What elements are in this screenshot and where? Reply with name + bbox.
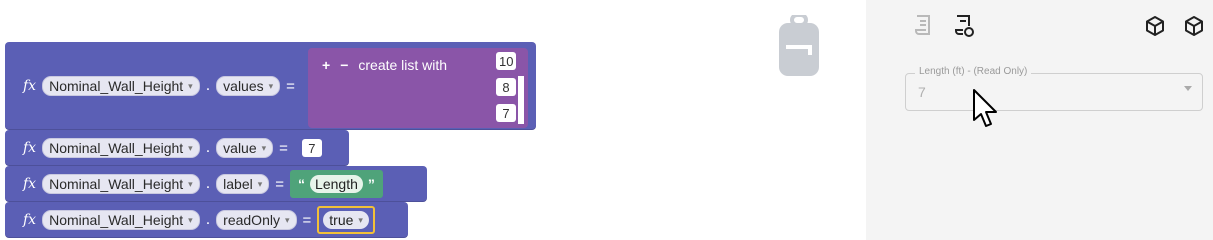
boolean-dropdown[interactable]: true ▾ xyxy=(323,211,369,229)
fx-label: fx xyxy=(23,212,37,228)
chevron-down-icon: ▾ xyxy=(268,80,274,91)
variable-name: Nominal_Wall_Height xyxy=(49,78,184,94)
property-name: label xyxy=(223,176,253,192)
length-readonly-select[interactable]: Length (ft) - (Read Only) 7 xyxy=(905,66,1203,111)
set-values-block[interactable]: fx Nominal_Wall_Height ▾ . values ▾ = + − … xyxy=(5,42,536,130)
dot-separator: . xyxy=(205,175,211,192)
list-item[interactable]: 7 xyxy=(496,104,516,122)
boolean-value: true xyxy=(329,212,354,228)
variable-name: Nominal_Wall_Height xyxy=(49,212,184,228)
equals-sign: = xyxy=(302,211,312,229)
field-label: Length (ft) - (Read Only) xyxy=(915,66,1032,77)
fx-label: fx xyxy=(23,78,37,94)
script-refresh-icon[interactable] xyxy=(953,14,975,38)
dot-separator: . xyxy=(205,139,211,156)
cube-icon[interactable] xyxy=(1144,14,1166,38)
list-item[interactable]: 8 xyxy=(496,78,516,96)
text-block[interactable]: “ Length ” xyxy=(290,170,383,198)
chevron-down-icon: ▾ xyxy=(188,80,193,91)
text-value[interactable]: Length xyxy=(310,175,363,193)
property-dropdown[interactable]: label ▾ xyxy=(216,174,270,194)
close-quote-icon: ” xyxy=(367,176,375,192)
set-readonly-block[interactable]: fx Nominal_Wall_Height ▾ . readOnly ▾ = tr… xyxy=(5,202,408,238)
variable-dropdown[interactable]: Nominal_Wall_Height ▾ xyxy=(42,210,200,230)
variable-dropdown[interactable]: Nominal_Wall_Height ▾ xyxy=(42,76,200,96)
list-input-bar xyxy=(518,76,524,124)
property-dropdown[interactable]: readOnly ▾ xyxy=(216,210,297,230)
open-quote-icon: “ xyxy=(298,176,306,192)
variable-dropdown[interactable]: Nominal_Wall_Height ▾ xyxy=(42,174,200,194)
dot-separator: . xyxy=(205,77,211,94)
remove-item-button[interactable]: − xyxy=(340,57,348,73)
chevron-down-icon: ▾ xyxy=(284,214,290,225)
chevron-down-icon: ▾ xyxy=(188,142,193,153)
list-item[interactable]: 10 xyxy=(496,52,517,70)
property-name: readOnly xyxy=(223,212,280,228)
script-icon[interactable] xyxy=(913,14,935,38)
equals-sign: = xyxy=(279,139,288,157)
equals-sign: = xyxy=(275,175,285,193)
property-dropdown[interactable]: values ▾ xyxy=(216,76,281,96)
add-item-button[interactable]: + xyxy=(322,57,330,73)
chevron-down-icon: ▾ xyxy=(257,178,263,189)
variable-dropdown[interactable]: Nominal_Wall_Height ▾ xyxy=(42,138,200,158)
backpack-icon[interactable] xyxy=(778,15,820,77)
create-list-block[interactable]: + − create list with 10 8 7 xyxy=(308,48,528,128)
property-dropdown[interactable]: value ▾ xyxy=(216,138,274,158)
set-label-block[interactable]: fx Nominal_Wall_Height ▾ . label ▾ = “ Len… xyxy=(5,166,427,202)
chevron-down-icon: ▾ xyxy=(261,142,267,153)
property-name: value xyxy=(223,140,257,156)
chevron-down-icon xyxy=(1184,86,1192,91)
variable-name: Nominal_Wall_Height xyxy=(49,140,184,156)
equals-sign: = xyxy=(286,77,295,95)
property-name: values xyxy=(223,78,264,94)
chevron-down-icon: ▾ xyxy=(358,214,363,225)
field-value: 7 xyxy=(918,84,926,100)
variable-name: Nominal_Wall_Height xyxy=(49,176,184,192)
blockly-workspace[interactable]: fx Nominal_Wall_Height ▾ . values ▾ = + − … xyxy=(0,0,866,240)
set-value-block[interactable]: fx Nominal_Wall_Height ▾ . value ▾ = 7 xyxy=(5,130,349,166)
dot-separator: . xyxy=(205,211,211,228)
fx-label: fx xyxy=(23,176,37,192)
boolean-block[interactable]: true ▾ xyxy=(317,206,375,234)
create-list-label: create list with xyxy=(358,57,448,73)
chevron-down-icon: ▾ xyxy=(188,214,193,225)
cube-alt-icon[interactable] xyxy=(1183,14,1205,38)
chevron-down-icon: ▾ xyxy=(188,178,193,189)
mouse-cursor-icon xyxy=(973,89,997,127)
fx-label: fx xyxy=(23,140,37,156)
number-value[interactable]: 7 xyxy=(301,139,322,157)
